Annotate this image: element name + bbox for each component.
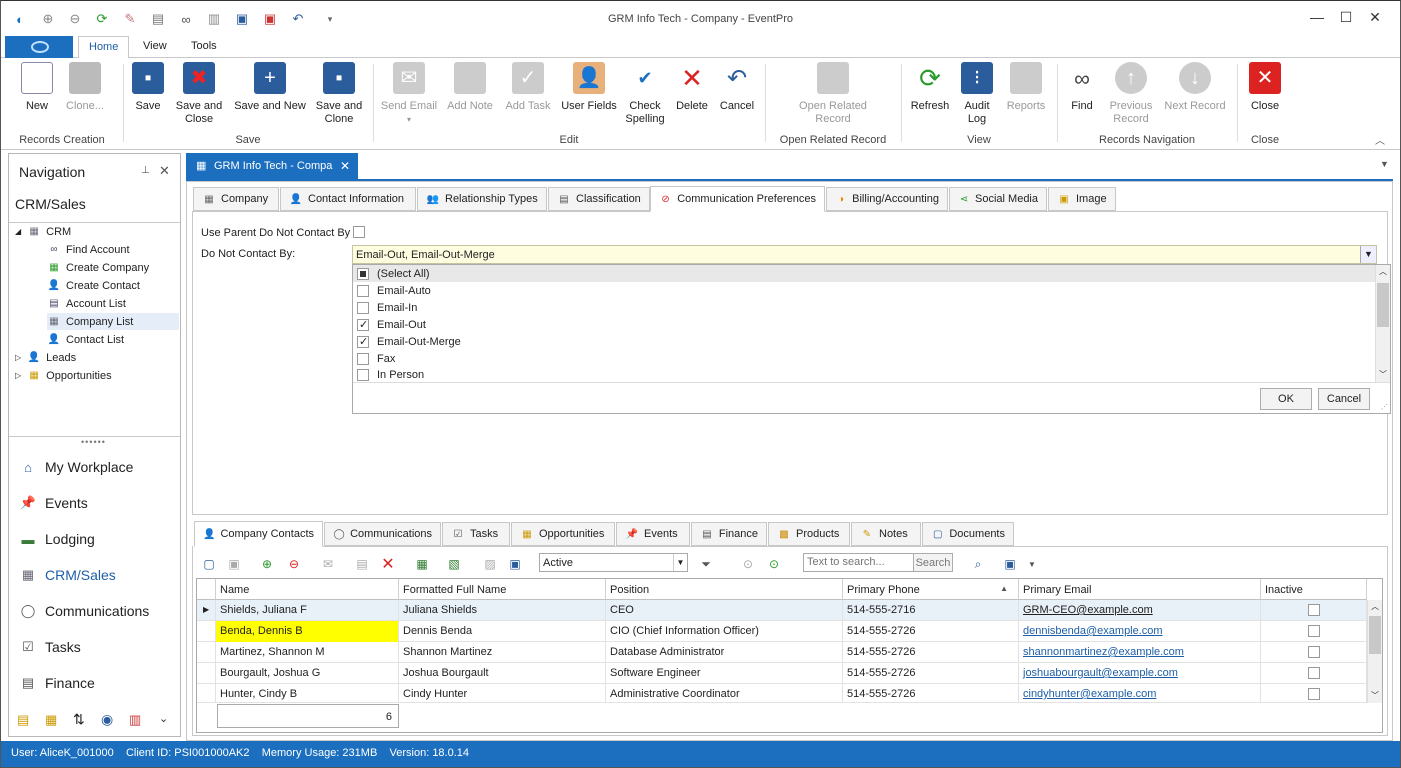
- window-frame: [0, 0, 1401, 768]
